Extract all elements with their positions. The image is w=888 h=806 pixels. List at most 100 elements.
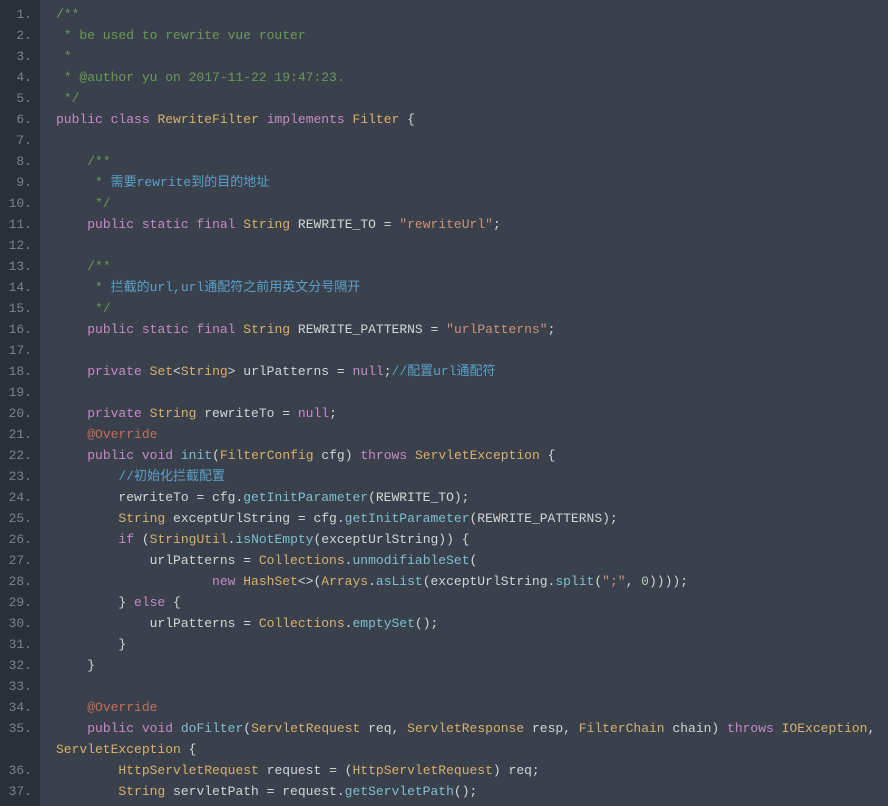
code-token xyxy=(134,217,142,232)
code-token xyxy=(56,175,87,190)
code-token: ServletRequest xyxy=(251,721,360,736)
code-token: Collections xyxy=(259,616,345,631)
code-line: public static final String REWRITE_PATTE… xyxy=(56,319,888,340)
code-line: * @author yu on 2017-11-22 19:47:23. xyxy=(56,67,888,88)
code-token: String xyxy=(118,784,165,799)
code-token: getInitParameter xyxy=(243,490,368,505)
code-line: String servletPath = request.getServletP… xyxy=(56,781,888,802)
line-number: 7. xyxy=(4,130,32,151)
code-token: String xyxy=(181,364,228,379)
code-token: ( xyxy=(243,721,251,736)
code-token: * xyxy=(56,49,72,64)
code-token: @Override xyxy=(87,700,157,715)
code-token: ; xyxy=(493,217,501,232)
code-line: * 需要rewrite到的目的地址 xyxy=(56,172,888,193)
code-token: unmodifiableSet xyxy=(352,553,469,568)
code-token: HttpServletRequest xyxy=(352,763,492,778)
code-token: < xyxy=(173,364,181,379)
code-token xyxy=(103,112,111,127)
code-token xyxy=(56,469,118,484)
code-token: . xyxy=(368,574,376,589)
line-number: 17. xyxy=(4,340,32,361)
code-line: public static final String REWRITE_TO = … xyxy=(56,214,888,235)
line-number: 11. xyxy=(4,214,32,235)
code-token: 需要rewrite到的目的地址 xyxy=(111,175,270,190)
code-token xyxy=(56,721,87,736)
code-token xyxy=(56,217,87,232)
code-token: asList xyxy=(376,574,423,589)
code-token: 0 xyxy=(641,574,649,589)
code-line: @Override xyxy=(56,697,888,718)
code-line: @Override xyxy=(56,424,888,445)
code-token xyxy=(56,763,118,778)
code-token: ; xyxy=(548,322,556,337)
code-token: * xyxy=(87,280,110,295)
code-token: private xyxy=(87,406,142,421)
code-line: /** xyxy=(56,151,888,172)
code-token: (); xyxy=(454,784,477,799)
code-token: resp, xyxy=(524,721,579,736)
line-number: 37. xyxy=(4,781,32,802)
code-token xyxy=(56,280,87,295)
code-token: private xyxy=(87,364,142,379)
code-token: REWRITE_PATTERNS = xyxy=(290,322,446,337)
code-token: * xyxy=(87,175,110,190)
code-token: rewriteTo = cfg. xyxy=(56,490,243,505)
code-token xyxy=(56,364,87,379)
line-number: 18. xyxy=(4,361,32,382)
code-token: Filter xyxy=(353,112,400,127)
code-token: getServletPath xyxy=(345,784,454,799)
code-line xyxy=(56,676,888,697)
code-token: public xyxy=(87,322,134,337)
code-token: ( xyxy=(212,448,220,463)
line-number: 32. xyxy=(4,655,32,676)
code-token: static xyxy=(142,322,189,337)
code-token xyxy=(56,511,118,526)
code-token xyxy=(134,322,142,337)
code-token: StringUtil xyxy=(150,532,228,547)
code-token: IOException xyxy=(782,721,868,736)
code-token: ";" xyxy=(602,574,625,589)
code-token xyxy=(56,154,87,169)
code-token: String xyxy=(150,406,197,421)
code-token: } xyxy=(56,637,126,652)
code-token: "urlPatterns" xyxy=(446,322,547,337)
code-token: { xyxy=(399,112,415,127)
code-token: if xyxy=(118,532,134,547)
code-line: /** xyxy=(56,4,888,25)
line-number: 10. xyxy=(4,193,32,214)
code-token xyxy=(56,448,87,463)
line-number: 22. xyxy=(4,445,32,466)
code-line: private String rewriteTo = null; xyxy=(56,403,888,424)
code-token xyxy=(56,532,118,547)
code-token: ; xyxy=(329,406,337,421)
code-token: null xyxy=(298,406,329,421)
code-token: ServletException xyxy=(56,742,181,757)
code-line: urlPatterns = Collections.emptySet(); xyxy=(56,613,888,634)
line-number: 20. xyxy=(4,403,32,424)
code-line xyxy=(56,340,888,361)
code-token: */ xyxy=(87,196,110,211)
code-token xyxy=(56,406,87,421)
code-area[interactable]: /** * be used to rewrite vue router * * … xyxy=(40,0,888,806)
code-token: HashSet xyxy=(243,574,298,589)
code-token: throws xyxy=(360,448,407,463)
line-number: 36. xyxy=(4,760,32,781)
code-token: rewriteTo = xyxy=(196,406,297,421)
code-token: implements xyxy=(267,112,345,127)
code-token: ServletException xyxy=(415,448,540,463)
line-number: 16. xyxy=(4,319,32,340)
code-token xyxy=(56,427,87,442)
code-token: void xyxy=(142,448,173,463)
code-token: RewriteFilter xyxy=(157,112,258,127)
code-token: chain) xyxy=(665,721,727,736)
code-token xyxy=(56,784,118,799)
code-token: new xyxy=(212,574,235,589)
code-line: */ xyxy=(56,298,888,319)
code-line: public void init(FilterConfig cfg) throw… xyxy=(56,445,888,466)
code-token: urlPatterns = xyxy=(56,553,259,568)
code-token: */ xyxy=(87,301,110,316)
code-line: rewriteTo = cfg.getInitParameter(REWRITE… xyxy=(56,487,888,508)
code-token: public xyxy=(87,448,134,463)
code-line: */ xyxy=(56,193,888,214)
